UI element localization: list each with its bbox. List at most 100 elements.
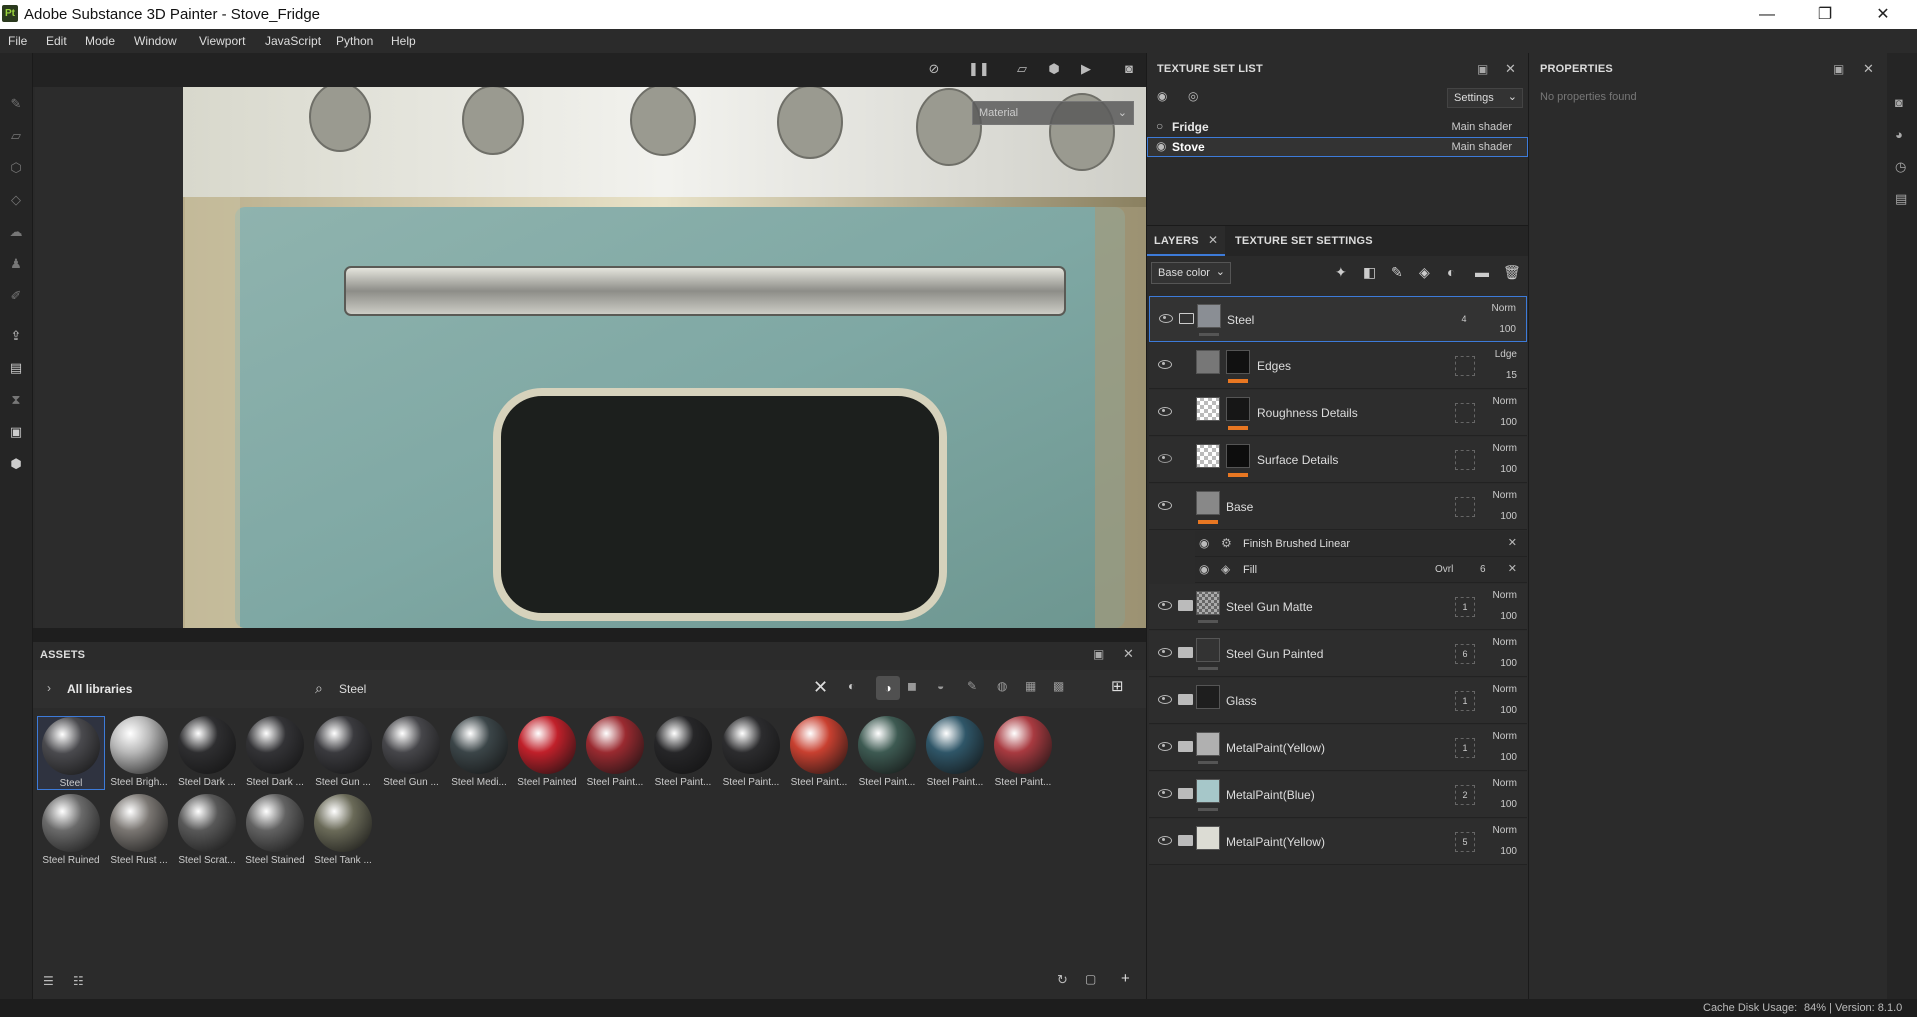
- asset-tile[interactable]: Steel Paint...: [989, 716, 1057, 788]
- filter-generators-icon[interactable]: ◒: [937, 679, 944, 693]
- pause-icon[interactable]: ❚❚: [968, 61, 990, 79]
- hide-icon[interactable]: ⊘: [924, 61, 944, 79]
- asset-tile[interactable]: Steel Tank ...: [309, 794, 377, 866]
- list-view-icon[interactable]: ☰: [43, 974, 54, 988]
- close-properties-icon[interactable]: ✕: [1863, 61, 1874, 77]
- clone-icon[interactable]: ♟: [7, 255, 25, 273]
- group-metalpaint-yellow-2[interactable]: MetalPaint(Yellow) 5 Norm 100: [1149, 819, 1527, 865]
- layer-edges[interactable]: Edges Ldge 15: [1149, 343, 1527, 389]
- group-metalpaint-blue[interactable]: MetalPaint(Blue) 2 Norm 100: [1149, 772, 1527, 818]
- settings-dropdown[interactable]: Settings ⌄: [1447, 88, 1523, 108]
- view-3d-icon[interactable]: ⬢: [1044, 61, 1064, 79]
- camera-video-icon[interactable]: ▶: [1076, 61, 1096, 79]
- blend-mode[interactable]: Norm: [1493, 490, 1517, 501]
- blend-mode[interactable]: Norm: [1493, 778, 1517, 789]
- eye-icon[interactable]: [1159, 314, 1173, 323]
- history-icon[interactable]: ◷: [1895, 159, 1906, 175]
- view-2d-icon[interactable]: ▱: [1012, 61, 1032, 79]
- screenshot-icon[interactable]: ◙: [1119, 61, 1139, 79]
- menu-viewport[interactable]: Viewport: [199, 34, 245, 48]
- filter-materials-icon[interactable]: ◑: [876, 676, 900, 700]
- add-smart-material-icon[interactable]: ◐: [1447, 264, 1455, 280]
- add-paint-layer-icon[interactable]: ✎: [1391, 264, 1403, 281]
- asset-tile[interactable]: Steel Ruined: [37, 794, 105, 866]
- channel-dropdown[interactable]: Base color ⌄: [1151, 262, 1231, 284]
- eye-icon[interactable]: ◎: [1188, 89, 1198, 103]
- eye-icon[interactable]: [1158, 601, 1172, 610]
- blend-mode[interactable]: Norm: [1493, 396, 1517, 407]
- eye-icon[interactable]: [1158, 407, 1172, 416]
- asset-tile[interactable]: Steel Scrat...: [173, 794, 241, 866]
- group-metalpaint-yellow[interactable]: MetalPaint(Yellow) 1 Norm 100: [1149, 725, 1527, 771]
- filter-masks-icon[interactable]: ◼: [907, 679, 917, 693]
- menu-edit[interactable]: Edit: [46, 34, 67, 48]
- asset-tile[interactable]: Steel Dark ...: [241, 716, 309, 788]
- eye-toggle-icon[interactable]: ◉: [1157, 89, 1167, 103]
- opacity[interactable]: 100: [1500, 464, 1517, 475]
- opacity[interactable]: 100: [1500, 752, 1517, 763]
- picker-icon[interactable]: ✐: [7, 287, 25, 305]
- group-steel-gun-painted[interactable]: Steel Gun Painted 6 Norm 100: [1149, 631, 1527, 677]
- menu-mode[interactable]: Mode: [85, 34, 115, 48]
- opacity[interactable]: 100: [1500, 611, 1517, 622]
- filter-textures-icon[interactable]: ◐: [848, 679, 855, 693]
- asset-tile[interactable]: Steel Paint...: [785, 716, 853, 788]
- tab-layers[interactable]: LAYERS ✕: [1147, 226, 1225, 256]
- folder-icon[interactable]: [1178, 647, 1193, 658]
- blend-mode[interactable]: Norm: [1493, 684, 1517, 695]
- effect-finish-brushed-linear[interactable]: ◉ ⚙ Finish Brushed Linear ✕: [1195, 531, 1527, 557]
- asset-tile[interactable]: Steel: [37, 716, 105, 790]
- layer-steel[interactable]: Steel 4 Norm 100: [1149, 296, 1527, 342]
- opacity[interactable]: 100: [1500, 705, 1517, 716]
- eye-icon[interactable]: [1158, 836, 1172, 845]
- layer-surface-details[interactable]: Surface Details Norm 100: [1149, 437, 1527, 483]
- shelf-icon[interactable]: ⬢: [7, 455, 25, 473]
- eye-icon[interactable]: ○: [1156, 119, 1163, 133]
- folder-icon[interactable]: [1178, 600, 1193, 611]
- add-fill-layer-icon[interactable]: ◈: [1419, 264, 1430, 281]
- blend-mode[interactable]: Ovrl: [1435, 564, 1453, 575]
- tab-texture-set-settings[interactable]: TEXTURE SET SETTINGS: [1235, 235, 1373, 247]
- mask-slot[interactable]: [1455, 356, 1475, 376]
- add-icon[interactable]: +: [1121, 970, 1130, 987]
- delete-layer-icon[interactable]: 🗑: [1503, 264, 1521, 281]
- folder-icon[interactable]: [1178, 835, 1193, 846]
- opacity[interactable]: 100: [1500, 846, 1517, 857]
- asset-tile[interactable]: Steel Paint...: [921, 716, 989, 788]
- library-selector[interactable]: All libraries: [67, 682, 132, 696]
- log-icon[interactable]: ▤: [1895, 191, 1907, 207]
- asset-tile[interactable]: Steel Paint...: [853, 716, 921, 788]
- blend-mode[interactable]: Norm: [1493, 825, 1517, 836]
- filter-alphas-icon[interactable]: ▦: [1025, 679, 1036, 693]
- asset-tile[interactable]: Steel Brigh...: [105, 716, 173, 788]
- folder-icon[interactable]: [1178, 741, 1193, 752]
- remove-effect-icon[interactable]: ✕: [1508, 536, 1517, 549]
- eye-icon[interactable]: ◉: [1199, 536, 1209, 550]
- blend-mode[interactable]: Norm: [1493, 731, 1517, 742]
- blend-mode[interactable]: Norm: [1492, 303, 1516, 314]
- eye-icon[interactable]: [1158, 695, 1172, 704]
- close-icon[interactable]: ✕: [1208, 233, 1218, 247]
- asset-tile[interactable]: Steel Painted: [513, 716, 581, 788]
- asset-tile[interactable]: Steel Dark ...: [173, 716, 241, 788]
- asset-tile[interactable]: Steel Medi...: [445, 716, 513, 788]
- bake-icon[interactable]: ▤: [7, 359, 25, 377]
- menu-file[interactable]: File: [8, 34, 27, 48]
- close-texture-set-icon[interactable]: ✕: [1505, 61, 1516, 77]
- blend-mode[interactable]: Norm: [1493, 443, 1517, 454]
- texture-set-stove[interactable]: ◉ Stove Main shader: [1147, 137, 1528, 157]
- group-glass[interactable]: Glass 1 Norm 100: [1149, 678, 1527, 724]
- eye-icon[interactable]: [1158, 648, 1172, 657]
- paint-brush-icon[interactable]: ✎: [7, 95, 25, 113]
- eye-icon[interactable]: [1158, 360, 1172, 369]
- eraser-icon[interactable]: ▱: [7, 127, 25, 145]
- folder-open-icon[interactable]: [1179, 313, 1194, 324]
- filter-brushes-icon[interactable]: ✎: [967, 679, 977, 693]
- mask-slot[interactable]: [1455, 450, 1475, 470]
- menu-help[interactable]: Help: [391, 34, 416, 48]
- menu-python[interactable]: Python: [336, 34, 373, 48]
- filter-particles-icon[interactable]: ◍: [997, 679, 1007, 693]
- folder-icon[interactable]: [1178, 788, 1193, 799]
- projection-icon[interactable]: ⬡: [7, 159, 25, 177]
- mask-slot[interactable]: [1455, 403, 1475, 423]
